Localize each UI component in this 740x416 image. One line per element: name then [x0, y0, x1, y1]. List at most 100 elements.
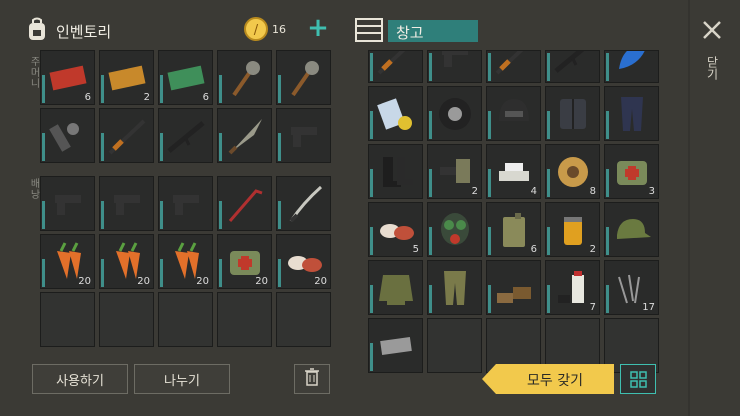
storage-slot[interactable] [545, 86, 600, 141]
inventory-slot[interactable] [217, 176, 272, 231]
durability-bar [278, 75, 281, 103]
durability-bar [547, 227, 550, 255]
metal-plate-icon [375, 325, 417, 367]
meat-icon [375, 209, 417, 251]
durability-bar [547, 53, 550, 81]
storage-slot[interactable]: 5 [368, 202, 423, 257]
camo-pants-icon [434, 267, 476, 309]
inventory-slot[interactable] [158, 176, 213, 231]
inventory-slot[interactable] [99, 292, 154, 347]
inventory-slot[interactable]: 20 [276, 234, 331, 289]
inventory-slot[interactable] [40, 108, 95, 163]
item-count: 20 [314, 276, 327, 287]
durability-bar [370, 111, 373, 139]
storage-slot[interactable]: 2 [427, 144, 482, 199]
inventory-slot[interactable] [276, 292, 331, 347]
inventory-slot[interactable] [276, 50, 331, 105]
storage-slot[interactable] [486, 260, 541, 315]
storage-slot[interactable] [368, 50, 423, 83]
durability-bar [488, 169, 491, 197]
durability-bar [160, 201, 163, 229]
durability-bar [370, 227, 373, 255]
storage-slot[interactable]: 8 [545, 144, 600, 199]
camo-cap-icon [611, 209, 653, 251]
close-icon[interactable] [700, 18, 724, 42]
tire-icon [434, 93, 476, 135]
storage-slot[interactable] [486, 86, 541, 141]
split-button[interactable]: 나누기 [134, 364, 230, 394]
coin-count: 16 [272, 23, 286, 36]
grid-view-button[interactable] [620, 364, 656, 394]
inventory-slot[interactable] [158, 108, 213, 163]
inventory-slot[interactable] [217, 108, 272, 163]
inventory-slot[interactable] [40, 292, 95, 347]
blue-fuel-icon [611, 51, 653, 77]
durability-bar [547, 169, 550, 197]
storage-slot[interactable]: 17 [604, 260, 659, 315]
inventory-slot[interactable] [40, 176, 95, 231]
storage-slot[interactable]: 7 [545, 260, 600, 315]
storage-slot[interactable] [368, 318, 423, 373]
jerrycan-icon [493, 209, 535, 251]
add-coins-button[interactable]: + [306, 15, 330, 41]
storage-slot[interactable] [545, 50, 600, 83]
storage-slot[interactable] [368, 260, 423, 315]
durability-bar [278, 259, 281, 287]
item-count: 5 [412, 244, 419, 255]
durability-bar [606, 53, 609, 81]
pistol-icon [47, 183, 89, 225]
inventory-slot[interactable]: 6 [40, 50, 95, 105]
inventory-slot[interactable]: 20 [217, 234, 272, 289]
spiked-club-icon [283, 57, 325, 99]
item-count: 3 [648, 186, 655, 197]
inventory-slot[interactable]: 6 [158, 50, 213, 105]
inventory-slot[interactable]: 20 [40, 234, 95, 289]
use-button[interactable]: 사용하기 [32, 364, 128, 394]
take-all-button[interactable]: 모두 갖기 [482, 364, 614, 394]
storage-slot[interactable] [368, 144, 423, 199]
inventory-slot[interactable] [276, 176, 331, 231]
storage-slot[interactable] [427, 50, 482, 83]
inventory-slot[interactable] [158, 292, 213, 347]
inventory-slot[interactable] [99, 176, 154, 231]
durability-bar [42, 75, 45, 103]
close-label[interactable]: 닫기 [704, 56, 721, 80]
coupon-red-icon [47, 57, 89, 99]
durability-bar [219, 75, 222, 103]
inventory-slot[interactable] [217, 50, 272, 105]
storage-slot[interactable] [486, 50, 541, 83]
assault-rifle-icon [552, 51, 594, 77]
item-count: 4 [530, 186, 537, 197]
coin-icon: / [244, 17, 268, 41]
storage-slot[interactable]: 3 [604, 144, 659, 199]
inventory-slot[interactable]: 2 [99, 50, 154, 105]
storage-slot[interactable]: 2 [545, 202, 600, 257]
item-count: 2 [589, 244, 596, 255]
storage-slot[interactable] [604, 202, 659, 257]
inventory-slot[interactable] [99, 108, 154, 163]
storage-slot[interactable] [427, 202, 482, 257]
durability-bar [429, 227, 432, 255]
storage-slot[interactable] [427, 260, 482, 315]
vest-icon [552, 93, 594, 135]
durability-bar [42, 133, 45, 161]
storage-slot[interactable] [604, 50, 659, 83]
item-count: 17 [642, 302, 655, 313]
durability-bar [278, 201, 281, 229]
storage-slot[interactable] [368, 86, 423, 141]
storage-slot[interactable]: 4 [486, 144, 541, 199]
inventory-slot[interactable] [276, 108, 331, 163]
item-count: 20 [196, 276, 209, 287]
coupon-orange-icon [106, 57, 148, 99]
trash-button[interactable] [294, 364, 330, 394]
inventory-slot[interactable]: 20 [99, 234, 154, 289]
inventory-slot[interactable] [217, 292, 272, 347]
crowbar-icon [224, 183, 266, 225]
item-count: 6 [202, 92, 209, 103]
storage-slot[interactable] [604, 86, 659, 141]
inventory-slot[interactable]: 20 [158, 234, 213, 289]
gun-parts-icon [434, 151, 476, 193]
storage-slot[interactable]: 6 [486, 202, 541, 257]
storage-slot[interactable] [427, 86, 482, 141]
storage-slot[interactable] [427, 318, 482, 373]
